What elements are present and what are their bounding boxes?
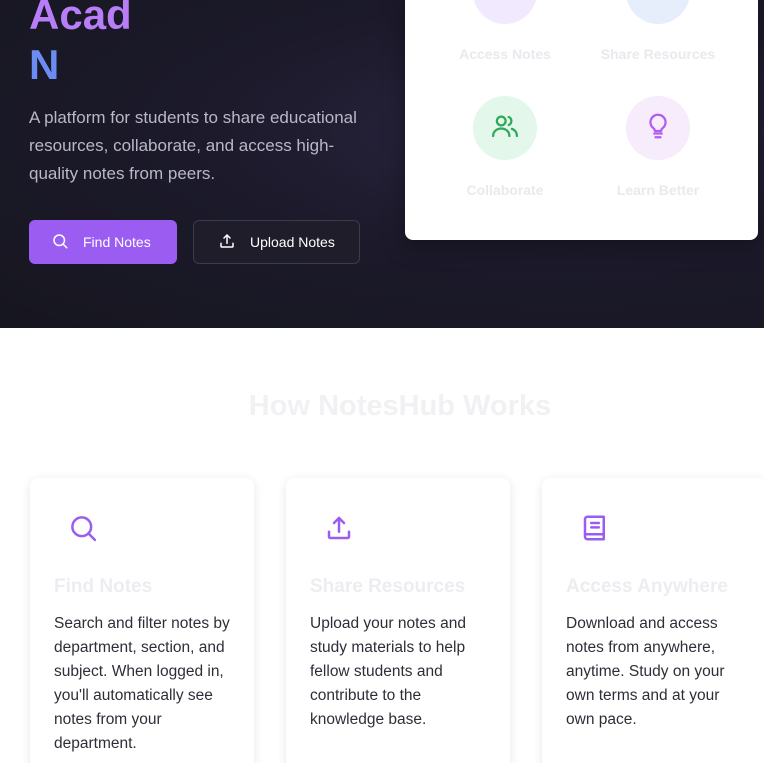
feature-icon-circle xyxy=(626,96,690,160)
search-icon xyxy=(51,232,69,253)
feature-icon-circle xyxy=(626,0,690,24)
upload-icon xyxy=(324,513,354,543)
feature-icon-circle xyxy=(473,0,537,24)
upload-notes-button[interactable]: Upload Notes xyxy=(193,220,360,264)
feature-label: Learn Better xyxy=(616,182,700,198)
feature-share-resources: Share Resources xyxy=(598,0,718,62)
how-card-share-resources: Share Resources Upload your notes and st… xyxy=(286,478,510,763)
hero-title-line1: Acad xyxy=(29,0,132,38)
search-icon xyxy=(68,513,98,543)
find-notes-button[interactable]: Find Notes xyxy=(29,220,177,264)
lightbulb-icon xyxy=(643,111,673,146)
how-card-find-notes: Find Notes Search and filter notes by de… xyxy=(30,478,254,763)
upload-notes-label: Upload Notes xyxy=(250,234,335,250)
hero-title: Acad N xyxy=(29,0,132,90)
users-icon xyxy=(490,111,520,146)
feature-label: Access Notes xyxy=(459,46,551,62)
card-description: Upload your notes and study materials to… xyxy=(310,615,466,728)
card-title: Find Notes xyxy=(54,576,153,597)
feature-icon-circle xyxy=(473,96,537,160)
hero-section: Acad N A platform for students to share … xyxy=(0,0,764,328)
feature-label: Collaborate xyxy=(466,182,544,198)
folder-icon xyxy=(643,0,673,10)
feature-access-notes: Access Notes xyxy=(445,0,565,62)
features-card: Access Notes Share Resources Collaborate xyxy=(405,0,758,240)
feature-collaborate: Collaborate xyxy=(445,96,565,198)
find-notes-label: Find Notes xyxy=(83,234,151,250)
upload-icon xyxy=(218,232,236,253)
how-card-access-anywhere: Access Anywhere Download and access note… xyxy=(542,478,764,763)
hero-description: A platform for students to share educati… xyxy=(29,108,357,183)
card-title: Share Resources xyxy=(310,576,466,597)
card-title: Access Anywhere xyxy=(566,576,728,597)
chat-icon xyxy=(490,0,520,10)
feature-learn-better: Learn Better xyxy=(598,96,718,198)
how-it-works-title: How NotesHub Works xyxy=(248,390,552,422)
feature-label: Share Resources xyxy=(600,46,716,62)
book-icon xyxy=(580,513,610,543)
card-description: Search and filter notes by department, s… xyxy=(54,615,230,752)
hero-title-line2: N xyxy=(29,41,60,88)
card-description: Download and access notes from anywhere,… xyxy=(566,615,725,728)
